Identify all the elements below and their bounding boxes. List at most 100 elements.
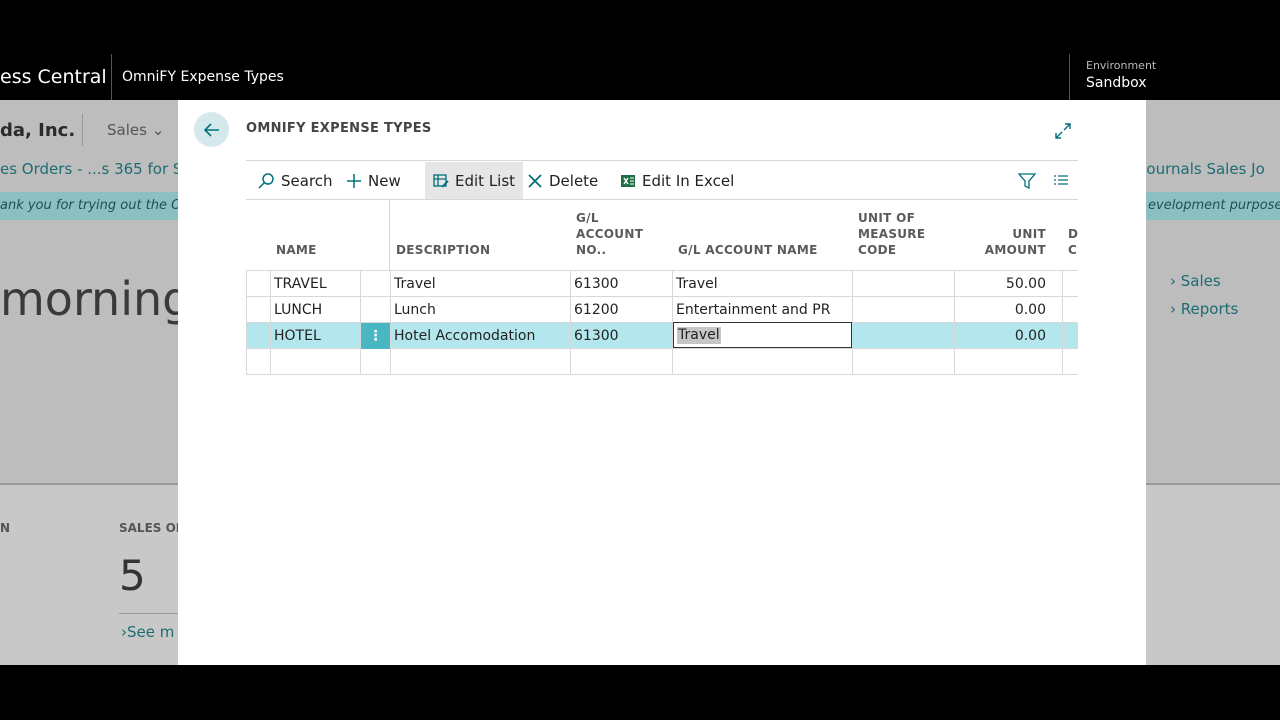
- column-header-unit-amount[interactable]: UNIT AMOUNT: [966, 226, 1046, 258]
- row-selector[interactable]: [246, 323, 271, 349]
- filter-icon[interactable]: [1018, 172, 1036, 190]
- cell-gl-account-no[interactable]: 61300: [571, 271, 673, 297]
- list-view-icon[interactable]: [1053, 173, 1069, 189]
- expense-types-dialog: OMNIFY EXPENSE TYPES Search New Edit Lis…: [178, 100, 1146, 665]
- cell-gl-account-no[interactable]: 61200: [571, 297, 673, 323]
- delete-label: Delete: [549, 171, 599, 190]
- cell-unit-amount[interactable]: 0.00: [955, 297, 1063, 323]
- search-label: Search: [281, 171, 333, 190]
- row-selector[interactable]: [246, 349, 271, 375]
- delete-button[interactable]: Delete: [519, 162, 606, 199]
- row-selector[interactable]: [246, 297, 271, 323]
- cell-unit-of-measure[interactable]: [853, 323, 955, 349]
- row-action-cell[interactable]: [361, 349, 391, 375]
- cell-description[interactable]: Travel: [391, 271, 571, 297]
- action-bar: Search New Edit List Delete Edit In Exce…: [246, 160, 1078, 200]
- divider: [1069, 54, 1070, 100]
- cell-gl-account-name[interactable]: [673, 349, 853, 375]
- company-name: da, Inc.: [0, 120, 76, 141]
- gl-account-name-value: Travel: [677, 327, 721, 344]
- chevron-right-icon: ›: [1170, 272, 1176, 290]
- header-page-title: OmniFY Expense Types: [122, 69, 284, 85]
- page-title: OMNIFY EXPENSE TYPES: [246, 121, 432, 136]
- column-header-description[interactable]: DESCRIPTION: [396, 242, 490, 258]
- table-row-empty[interactable]: [246, 349, 1078, 375]
- divider: [82, 114, 83, 146]
- row-selector[interactable]: [246, 271, 271, 297]
- environment-value[interactable]: Sandbox: [1086, 75, 1147, 91]
- expense-types-grid: NAME DESCRIPTION G/L ACCOUNT NO.. G/L AC…: [246, 200, 1078, 375]
- column-header-cut[interactable]: D C: [1068, 226, 1078, 258]
- greeting: morning,: [0, 272, 206, 326]
- cell-name[interactable]: TRAVEL: [271, 271, 361, 297]
- plus-icon: [347, 173, 361, 188]
- cell-gl-account-name[interactable]: Entertainment and PR: [673, 297, 853, 323]
- column-header-line: D: [1068, 227, 1079, 241]
- cell-name[interactable]: LUNCH: [271, 297, 361, 323]
- cell-cut[interactable]: [1063, 323, 1078, 349]
- close-icon: [528, 173, 542, 188]
- app-name[interactable]: ess Central: [0, 66, 107, 88]
- app-header: ess Central OmniFY Expense Types Environ…: [0, 54, 1280, 100]
- row-action-cell[interactable]: [361, 271, 391, 297]
- see-more-label: See m: [127, 623, 175, 641]
- column-header-name[interactable]: NAME: [276, 242, 317, 258]
- cell-gl-account-no[interactable]: 61300: [571, 323, 673, 349]
- gl-account-name-input[interactable]: Travel: [673, 322, 852, 348]
- cell-description[interactable]: [391, 349, 571, 375]
- cell-gl-account-name[interactable]: Travel: [673, 271, 853, 297]
- edit-in-excel-button[interactable]: Edit In Excel: [612, 162, 742, 199]
- nav-link-journals[interactable]: Journals Sales Jo: [1142, 160, 1265, 178]
- chevron-down-icon: ⌄: [151, 121, 165, 139]
- cell-gl-account-no[interactable]: [571, 349, 673, 375]
- cell-description[interactable]: Hotel Accomodation: [391, 323, 571, 349]
- new-label: New: [368, 171, 401, 190]
- more-vertical-icon: ⋮: [368, 328, 383, 344]
- expand-icon[interactable]: [1054, 122, 1072, 140]
- column-header-line: ACCOUNT: [576, 227, 644, 241]
- cell-unit-of-measure[interactable]: [853, 271, 955, 297]
- cell-description[interactable]: Lunch: [391, 297, 571, 323]
- divider: [111, 54, 112, 100]
- tile-value[interactable]: 5: [119, 551, 146, 600]
- column-header-line: G/L: [576, 211, 599, 225]
- arrow-left-icon: [203, 122, 219, 137]
- column-header-gl-account-name[interactable]: G/L ACCOUNT NAME: [678, 242, 818, 258]
- search-button[interactable]: Search: [249, 162, 341, 199]
- table-row[interactable]: LUNCH Lunch 61200 Entertainment and PR 0…: [246, 297, 1078, 323]
- link-reports[interactable]: › Reports: [1170, 300, 1238, 318]
- table-row-selected[interactable]: HOTEL ⋮ Hotel Accomodation 61300 Travel …: [246, 322, 1078, 349]
- link-sales-label: Sales: [1180, 272, 1221, 290]
- tile-label-sales-orders: SALES OR: [119, 521, 186, 535]
- column-header-gl-account-no[interactable]: G/L ACCOUNT NO..: [576, 210, 643, 258]
- banner-text-right: evelopment purposes o: [1148, 198, 1280, 213]
- cell-cut[interactable]: [1063, 297, 1078, 323]
- back-button[interactable]: [194, 112, 229, 147]
- cell-unit-of-measure[interactable]: [853, 297, 955, 323]
- divider: [389, 200, 390, 271]
- column-header-line: AMOUNT: [984, 243, 1046, 257]
- table-row[interactable]: TRAVEL Travel 61300 Travel 50.00: [246, 271, 1078, 297]
- new-button[interactable]: New: [338, 162, 409, 199]
- cell-unit-amount[interactable]: 0.00: [955, 323, 1063, 349]
- cell-name[interactable]: HOTEL: [271, 323, 361, 349]
- nav-link-sales-orders[interactable]: es Orders - ...s 365 for Sale: [0, 160, 205, 178]
- cell-cut[interactable]: [1063, 349, 1078, 375]
- column-header-line: UNIT: [1012, 227, 1046, 241]
- cell-unit-of-measure[interactable]: [853, 349, 955, 375]
- cell-unit-amount[interactable]: 50.00: [955, 271, 1063, 297]
- banner-text-left: ank you for trying out the On: [0, 198, 190, 213]
- link-sales[interactable]: › Sales: [1170, 272, 1221, 290]
- column-header-unit-of-measure[interactable]: UNIT OF MEASURE CODE: [858, 210, 925, 258]
- row-menu-button[interactable]: ⋮: [361, 323, 391, 349]
- cell-name[interactable]: [271, 349, 361, 375]
- sales-menu[interactable]: Sales ⌄: [107, 121, 164, 139]
- screen: da, Inc. Sales ⌄ es Orders - ...s 365 fo…: [0, 0, 1280, 720]
- edit-list-button[interactable]: Edit List: [425, 162, 524, 199]
- bottom-letterbox: [0, 665, 1280, 720]
- column-header-line: CODE: [858, 243, 897, 257]
- row-action-cell[interactable]: [361, 297, 391, 323]
- see-more-link[interactable]: ›See m: [121, 623, 174, 641]
- cell-unit-amount[interactable]: [955, 349, 1063, 375]
- cell-cut[interactable]: [1063, 271, 1078, 297]
